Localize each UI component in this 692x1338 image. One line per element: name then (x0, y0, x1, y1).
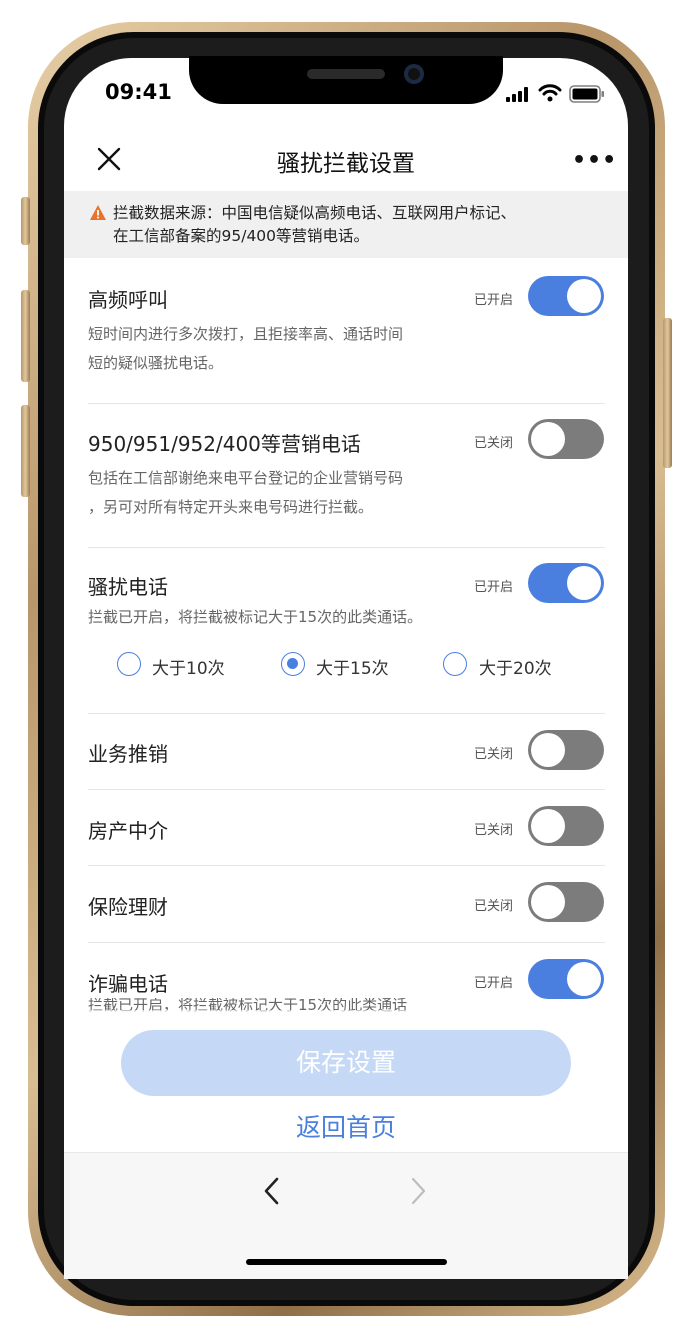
forward-arrow-icon[interactable] (410, 1176, 428, 1206)
toggle-knob (531, 422, 565, 456)
toggle-real-estate[interactable] (528, 806, 604, 846)
signal-icon (506, 87, 528, 102)
toggle-high-frequency[interactable] (528, 276, 604, 316)
toggle-state-label: 已开启 (474, 976, 514, 991)
warning-icon (90, 205, 106, 220)
radio-20-times[interactable] (443, 652, 467, 676)
radio-10-times[interactable] (117, 652, 141, 676)
back-arrow-icon[interactable] (262, 1176, 280, 1206)
toggle-state-label: 已关闭 (474, 823, 514, 838)
home-indicator (246, 1259, 447, 1265)
toggle-fraud[interactable] (528, 959, 604, 999)
more-options-icon[interactable]: ••• (572, 148, 617, 173)
row-title-insurance: 保险理财 (88, 895, 168, 919)
notice-line-2: 在工信部备案的95/400等营销电话。 (113, 227, 370, 245)
radio-15-times[interactable] (281, 652, 305, 676)
toggle-knob (531, 809, 565, 843)
row-desc-high-frequency: 短时间内进行多次拨打，且拒接率高、通话时间 短的疑似骚扰电话。 (88, 320, 403, 378)
silent-switch (21, 197, 30, 245)
divider (88, 865, 605, 866)
radio-label: 大于10次 (152, 659, 225, 679)
row-title-high-frequency: 高频呼叫 (88, 288, 168, 312)
row-desc-harassment: 拦截已开启，将拦截被标记大于15次的此类通话。 (88, 608, 423, 626)
toggle-state-label: 已关闭 (474, 747, 514, 762)
desc-line: ，另可对所有特定开头来电号码进行拦截。 (88, 498, 374, 516)
notch (189, 56, 503, 104)
toggle-state-label: 已关闭 (474, 899, 514, 914)
desc-line: 包括在工信部谢绝来电平台登记的企业营销号码 (88, 469, 404, 487)
toggle-marketing[interactable] (528, 419, 604, 459)
row-title-real-estate: 房产中介 (88, 819, 168, 843)
row-title-harassment: 骚扰电话 (88, 575, 168, 599)
volume-up-button (21, 290, 30, 382)
divider (88, 403, 605, 404)
wifi-icon (538, 84, 562, 102)
notice-text: 拦截数据来源：中国电信疑似高频电话、互联网用户标记、 在工信部备案的95/400… (113, 202, 613, 248)
radio-label: 大于15次 (316, 659, 389, 679)
toggle-insurance[interactable] (528, 882, 604, 922)
toggle-knob (567, 279, 601, 313)
toggle-knob (531, 733, 565, 767)
speaker (307, 69, 385, 79)
toggle-harassment[interactable] (528, 563, 604, 603)
toggle-knob (567, 962, 601, 996)
divider (88, 789, 605, 790)
status-time: 09:41 (105, 80, 172, 104)
front-camera (404, 64, 424, 84)
power-button (663, 318, 672, 468)
desc-line: 短时间内进行多次拨打，且拒接率高、通话时间 (88, 325, 404, 343)
toggle-knob (531, 885, 565, 919)
row-desc-marketing: 包括在工信部谢绝来电平台登记的企业营销号码 ，另可对所有特定开头来电号码进行拦截… (88, 464, 403, 522)
scroll-fade (64, 1010, 628, 1030)
divider (88, 547, 605, 548)
divider (88, 942, 605, 943)
notice-line-1: 拦截数据来源：中国电信疑似高频电话、互联网用户标记、 (113, 204, 517, 222)
radio-label: 大于20次 (479, 659, 552, 679)
toggle-state-label: 已开启 (474, 293, 514, 308)
battery-icon (569, 85, 604, 103)
toggle-state-label: 已开启 (474, 580, 514, 595)
toggle-sales[interactable] (528, 730, 604, 770)
volume-down-button (21, 405, 30, 497)
return-home-link[interactable]: 返回首页 (0, 1108, 692, 1144)
divider (88, 713, 605, 714)
row-title-marketing: 950/951/952/400等营销电话 (88, 432, 361, 456)
row-title-fraud: 诈骗电话 (88, 972, 168, 996)
row-title-sales: 业务推销 (88, 742, 168, 766)
save-settings-button[interactable]: 保存设置 (121, 1030, 571, 1096)
desc-line: 短的疑似骚扰电话。 (88, 354, 224, 372)
toggle-knob (567, 566, 601, 600)
toggle-state-label: 已关闭 (474, 436, 514, 451)
